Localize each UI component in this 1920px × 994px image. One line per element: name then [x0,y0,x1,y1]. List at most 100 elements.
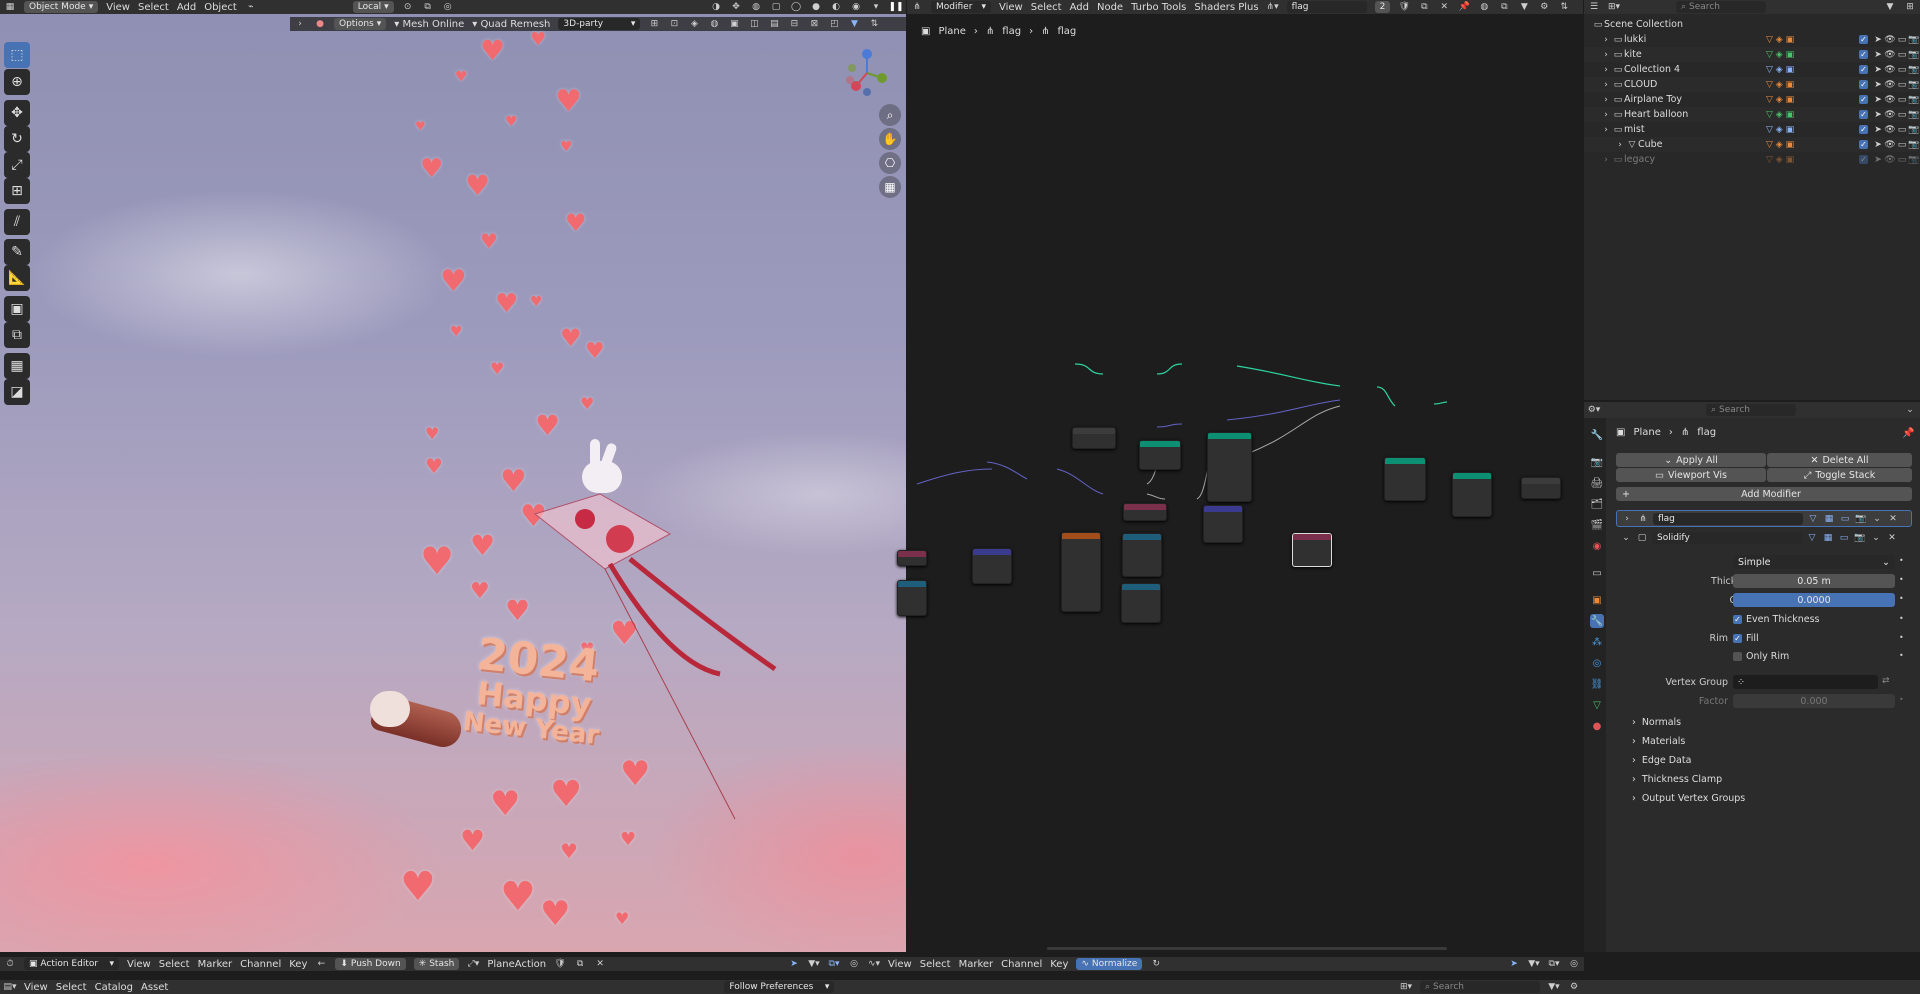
close-icon[interactable]: ✕ [1887,513,1899,525]
timeline-menu-marker[interactable]: Marker [198,959,233,970]
shading-wire-icon[interactable]: ◯ [790,1,802,13]
snap-icon[interactable]: ⧉ [1498,1,1510,13]
pivot-icon[interactable]: ⊙ [402,1,414,13]
cursor-icon[interactable]: ➤ [788,958,800,970]
mode-dropdown[interactable]: Object Mode ▾ [24,1,99,13]
invert-icon[interactable]: ⇄ [1882,676,1890,686]
disclosure-icon[interactable]: › [1600,34,1612,46]
collection-tab-icon[interactable]: ▭ [1590,566,1604,580]
cursor-icon[interactable]: ➤ [1508,958,1520,970]
even-thickness-checkbox[interactable]: ✓ Even Thickness [1733,614,1819,625]
node-add[interactable] [972,548,1012,584]
color-icon[interactable]: ● [314,18,326,30]
shading-material-icon[interactable]: ◐ [830,1,842,13]
addon-icon[interactable]: ⊞ [648,18,660,30]
outliner-row[interactable]: › ▭ Heart balloon ▽ ◈ ▣ ✓ ➤ 👁 ▭ 📷 [1584,107,1920,122]
node-noise-texture[interactable] [1061,532,1101,612]
proportional-icon[interactable]: ◎ [1568,958,1580,970]
asset-menu-view[interactable]: View [24,982,48,993]
chevron-down-icon[interactable]: ⌄ [1620,532,1632,544]
eye-icon[interactable]: 👁 [1884,124,1896,136]
proportional-icon[interactable]: ◎ [442,1,454,13]
shading-solid-icon[interactable]: ● [810,1,822,13]
modifier-name-field[interactable]: flag [1653,512,1803,525]
modifier-panel-solidify[interactable]: ⌄ ▢ Solidify ▽ ▦ ▭ 📷 ⌄ ✕ [1616,530,1912,546]
cursor-tool[interactable]: ⊕ [4,69,30,95]
quad-remesh-menu[interactable]: ▾ Quad Remesh [472,19,550,30]
pin-icon[interactable]: 📌 [1902,428,1914,439]
stash-button[interactable]: ✳ Stash [413,958,460,970]
camera-icon[interactable]: 📷 [1908,124,1920,136]
exclude-checkbox-icon[interactable]: ✓ [1859,110,1868,119]
monitor-icon[interactable]: ▭ [1896,79,1908,91]
editor-type-icon[interactable]: ⏱ [4,958,16,970]
push-down-button[interactable]: ⬇ Push Down [335,958,406,970]
node-group-output[interactable] [1521,477,1561,499]
node-position[interactable] [897,550,927,566]
editor-type-icon[interactable]: ☰ [1588,1,1600,13]
fake-user-icon[interactable]: 🛡 [1398,1,1410,13]
refresh-icon[interactable]: ↻ [1150,958,1162,970]
outliner-row[interactable]: › ▭ mist ▽ ◈ ▣ ✓ ➤ 👁 ▭ 📷 [1584,122,1920,137]
overlay-icon[interactable]: ◍ [750,1,762,13]
display-mode-icon[interactable]: ⊞▾ [1608,1,1620,13]
outliner-row[interactable]: › ▭ kite ▽ ◈ ▣ ✓ ➤ 👁 ▭ 📷 [1584,47,1920,62]
add-modifier-button[interactable]: + Add Modifier [1616,487,1912,501]
camera-icon[interactable]: ⎔ [879,152,901,174]
close-icon[interactable]: ✕ [1886,532,1898,544]
node-subtract[interactable] [1122,533,1162,577]
gear-icon[interactable]: ⚙ [1568,981,1580,993]
render-display-icon[interactable]: 📷 [1854,532,1866,544]
node-subdivision[interactable] [1139,440,1181,470]
object-tab-icon[interactable]: ▣ [1590,593,1604,607]
shading-options-icon[interactable]: ▾ [870,1,882,13]
cage-icon[interactable]: ▦ [1823,513,1835,525]
node-scrollbar[interactable] [1047,947,1447,950]
exclude-checkbox-icon[interactable]: ✓ [1859,155,1868,164]
eye-icon[interactable]: 👁 [1884,139,1896,151]
hair-tool[interactable]: ⫽ [4,209,30,235]
graph-menu-view[interactable]: View [888,959,912,970]
zoom-icon[interactable]: ⌕ [879,104,901,126]
monitor-icon[interactable]: ▭ [1896,49,1908,61]
overlay-icon[interactable]: ◍ [1478,1,1490,13]
addon-tool-2[interactable]: ◪ [4,379,30,405]
exclude-checkbox-icon[interactable]: ✓ [1859,95,1868,104]
monitor-icon[interactable]: ▭ [1896,124,1908,136]
apply-all-button[interactable]: ⌄ Apply All [1616,453,1766,467]
disclosure-icon[interactable]: › [1600,109,1612,121]
user-count[interactable]: 2 [1374,1,1391,13]
rotate-tool[interactable]: ↻ [4,126,30,152]
node-menu-turbo[interactable]: Turbo Tools [1131,2,1186,13]
delete-all-button[interactable]: ✕ Delete All [1767,453,1912,467]
measure-tool[interactable]: 📐 [4,265,30,291]
constraints-tab-icon[interactable]: ⛓ [1590,677,1604,691]
node-named-attribute[interactable] [1292,533,1332,567]
camera-icon[interactable]: 📷 [1908,109,1920,121]
node-menu-shaders[interactable]: Shaders Plus [1194,2,1258,13]
monitor-icon[interactable]: ▭ [1896,64,1908,76]
camera-icon[interactable]: 📷 [1908,154,1920,166]
node-menu-view[interactable]: View [999,2,1023,13]
node-tree-icon[interactable]: ⋔▾ [1267,1,1279,13]
toggle-stack-button[interactable]: ⤢ Toggle Stack [1767,468,1912,482]
subpanel-header[interactable]: › Edge Data [1632,755,1691,766]
select-arrow-icon[interactable]: ➤ [1872,124,1884,136]
data-tab-icon[interactable]: ▽ [1590,698,1604,712]
menu-add[interactable]: Add [177,2,196,13]
outliner-row[interactable]: › ▭ Collection 4 ▽ ◈ ▣ ✓ ➤ 👁 ▭ 📷 [1584,62,1920,77]
filter-icon[interactable]: ▼▾ [1548,981,1560,993]
node-multiply[interactable] [1121,583,1161,623]
outliner-row[interactable]: › ▭ legacy ▽ ◈ ▣ ✓ ➤ 👁 ▭ 📷 [1584,152,1920,167]
eye-icon[interactable]: 👁 [1884,49,1896,61]
node-menu-select[interactable]: Select [1031,2,1062,13]
node-menu-add[interactable]: Add [1070,2,1089,13]
addon-icon[interactable]: ⊡ [668,18,680,30]
tool-tab-icon[interactable]: 🔧 [1590,428,1604,442]
monitor-icon[interactable]: ▭ [1896,94,1908,106]
timeline-menu-key[interactable]: Key [289,959,307,970]
output-tab-icon[interactable]: 🖨 [1590,476,1604,490]
fake-user-icon[interactable]: 🛡 [554,958,566,970]
disclosure-icon[interactable]: › [1600,79,1612,91]
exclude-checkbox-icon[interactable]: ✓ [1859,80,1868,89]
